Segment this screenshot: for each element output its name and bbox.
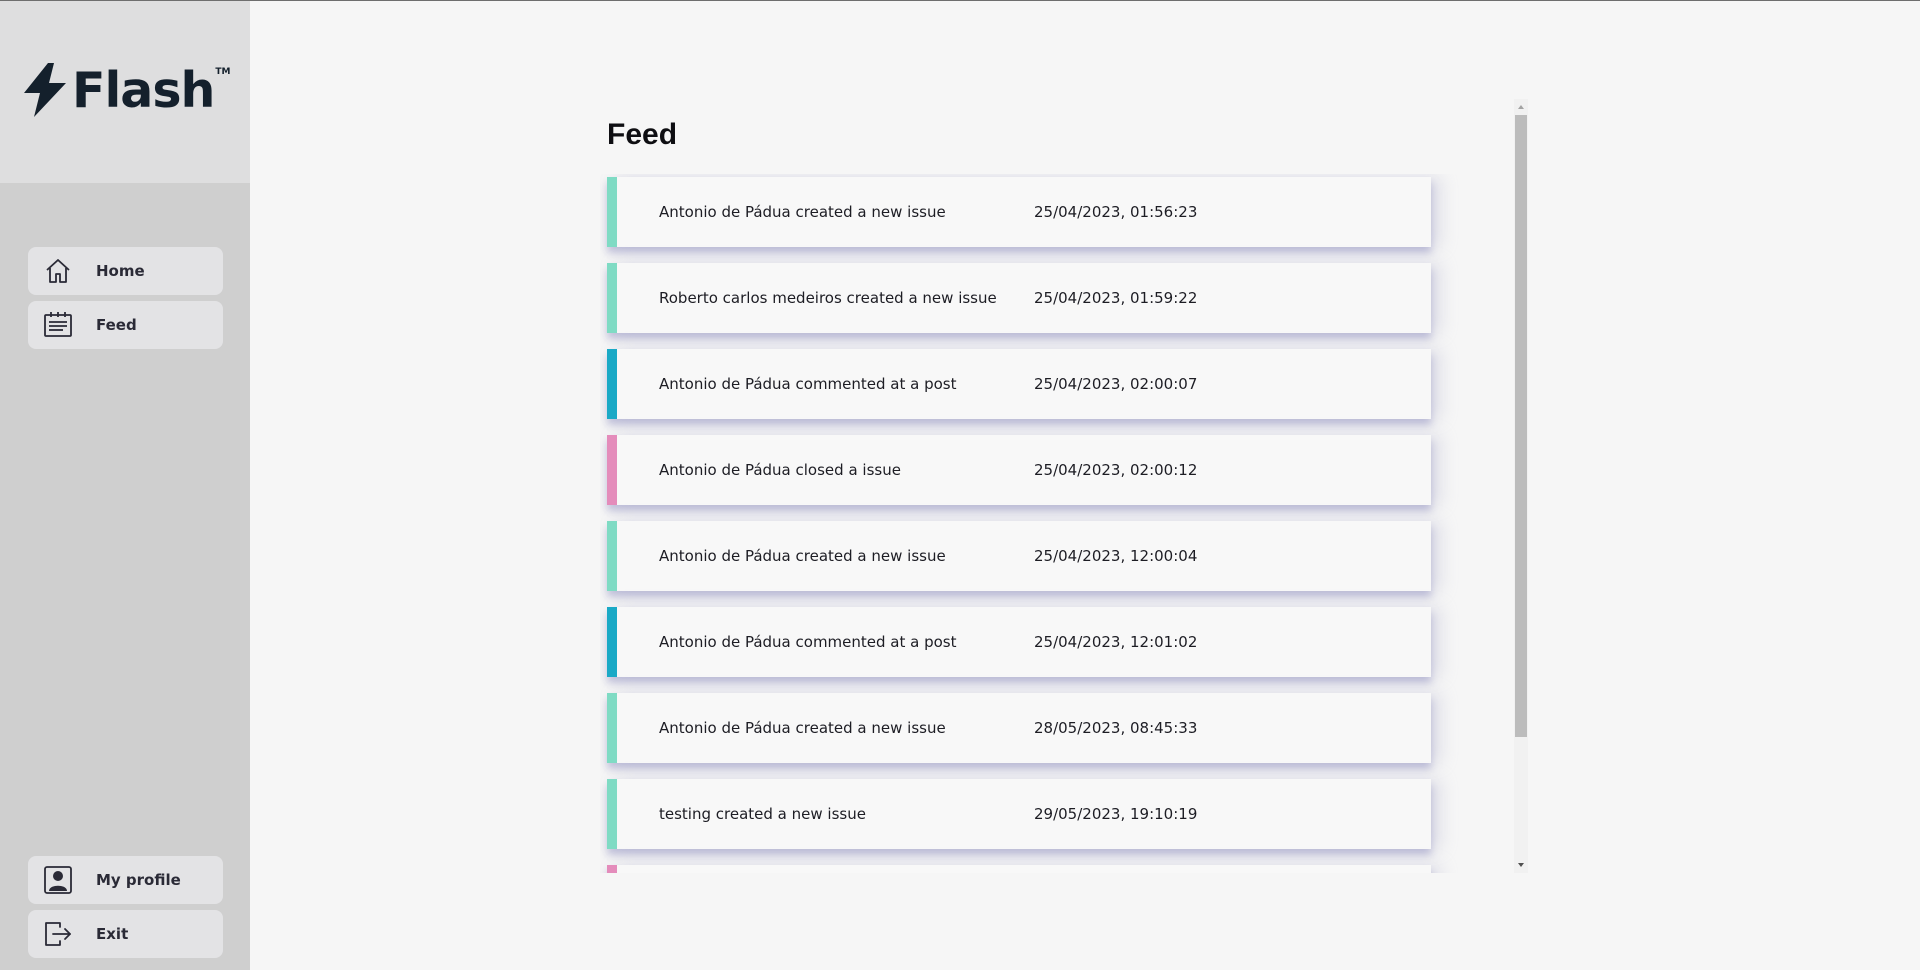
scroll-up-arrow-icon[interactable] — [1514, 100, 1528, 114]
app-logo[interactable]: Flash TM — [20, 61, 231, 119]
feed-item-date: 25/04/2023, 12:00:04 — [1034, 547, 1198, 565]
feed-item-type-indicator — [607, 521, 617, 591]
home-icon — [43, 256, 73, 286]
nav-feed-button[interactable]: Feed — [28, 301, 223, 349]
nav-exit-button[interactable]: Exit — [28, 910, 223, 958]
feed-item-type-indicator — [607, 263, 617, 333]
feed-item-date: 25/04/2023, 01:59:22 — [1034, 289, 1198, 307]
feed-item-date: 25/04/2023, 02:00:12 — [1034, 461, 1198, 479]
profile-icon — [43, 865, 73, 895]
feed-item[interactable]: Antonio de Pádua created a new issue 28/… — [607, 693, 1431, 763]
lightning-bolt-icon — [24, 63, 66, 117]
nav-my-profile-button[interactable]: My profile — [28, 856, 223, 904]
nav-exit-label: Exit — [96, 925, 129, 943]
feed-item-date: 29/05/2023, 19:10:19 — [1034, 805, 1198, 823]
feed-item-text: Roberto carlos medeiros created a new is… — [659, 289, 997, 307]
feed-icon — [43, 310, 73, 340]
feed-item[interactable]: Antonio de Pádua commented at a post 25/… — [607, 349, 1431, 419]
page-title: Feed — [607, 118, 678, 151]
feed-item-text: testing created a new issue — [659, 805, 866, 823]
feed-list[interactable]: Antonio de Pádua created a new issue 25/… — [600, 174, 1525, 873]
feed-item-date: 25/04/2023, 01:56:23 — [1034, 203, 1198, 221]
logo-area: Flash TM — [0, 1, 250, 183]
feed-item-type-indicator — [607, 349, 617, 419]
feed-item[interactable]: testing created a new issue 29/05/2023, … — [607, 779, 1431, 849]
feed-item-type-indicator — [607, 435, 617, 505]
feed-item-type-indicator — [607, 779, 617, 849]
feed-item[interactable]: Roberto carlos medeiros created a new is… — [607, 263, 1431, 333]
feed-item[interactable]: Antonio de Pádua commented at a post 25/… — [607, 607, 1431, 677]
nav-home-label: Home — [96, 262, 145, 280]
feed-item-date: 25/04/2023, 02:00:07 — [1034, 375, 1198, 393]
feed-item[interactable]: Antonio de Pádua created a new issue 25/… — [607, 177, 1431, 247]
feed-item-type-indicator — [607, 865, 617, 873]
trademark-symbol: TM — [215, 67, 231, 77]
nav-home-button[interactable]: Home — [28, 247, 223, 295]
feed-item-type-indicator — [607, 177, 617, 247]
nav-feed-label: Feed — [96, 316, 137, 334]
feed-item-text: Antonio de Pádua closed a issue — [659, 461, 901, 479]
feed-item-type-indicator — [607, 693, 617, 763]
feed-item-text: Antonio de Pádua created a new issue — [659, 719, 946, 737]
feed-item-text: Antonio de Pádua created a new issue — [659, 203, 946, 221]
feed-scrollbar[interactable] — [1514, 99, 1528, 873]
feed-item-date: 28/05/2023, 08:45:33 — [1034, 719, 1198, 737]
nav-my-profile-label: My profile — [96, 871, 181, 889]
scroll-down-arrow-icon[interactable] — [1514, 858, 1528, 872]
feed-item[interactable]: Antonio de Pádua created a new issue 25/… — [607, 521, 1431, 591]
feed-item-text: Antonio de Pádua created a new issue — [659, 547, 946, 565]
exit-icon — [43, 919, 73, 949]
sidebar: Flash TM Home Feed My profile Exit — [0, 1, 250, 970]
feed-item-text: Antonio de Pádua commented at a post — [659, 633, 957, 651]
top-border — [0, 0, 1920, 1]
scrollbar-thumb[interactable] — [1515, 115, 1527, 737]
feed-item-text: Antonio de Pádua commented at a post — [659, 375, 957, 393]
feed-item[interactable]: Antonio de Pádua closed a issue 25/04/20… — [607, 435, 1431, 505]
feed-item-type-indicator — [607, 607, 617, 677]
app-name: Flash — [72, 61, 215, 119]
feed-item[interactable] — [607, 865, 1431, 873]
feed-item-date: 25/04/2023, 12:01:02 — [1034, 633, 1198, 651]
